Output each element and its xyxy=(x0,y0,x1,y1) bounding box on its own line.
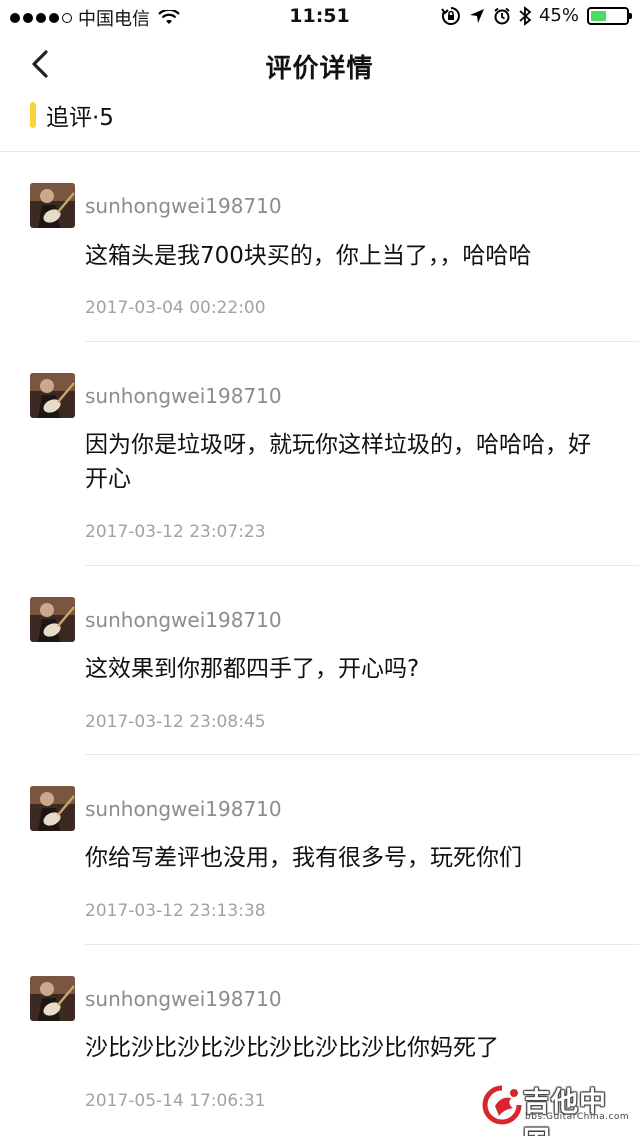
comment-time: 2017-03-12 23:08:45 xyxy=(85,712,266,732)
comment-content: 这箱头是我700块买的，你上当了，，哈哈哈 xyxy=(85,243,532,269)
comment-time: 2017-03-12 23:13:38 xyxy=(85,901,266,921)
page-title: 评价详情 xyxy=(265,54,374,84)
comment-content: 这效果到你那都四手了，开心吗? xyxy=(85,656,420,682)
username[interactable]: sunhongwei198710 xyxy=(85,608,282,632)
divider xyxy=(85,565,639,566)
battery-icon xyxy=(587,6,632,25)
divider xyxy=(85,341,639,342)
watermark-url: bbs.GuitarChina.com xyxy=(525,1112,630,1122)
avatar[interactable] xyxy=(30,597,75,642)
divider xyxy=(85,754,639,755)
bluetooth-icon xyxy=(519,5,531,26)
navigation-bar: 评价详情 xyxy=(0,32,639,96)
divider xyxy=(0,151,639,152)
comment-content: 因为你是垃圾呀，就玩你这样垃圾的，哈哈哈，好开心 xyxy=(85,432,591,492)
lock-rotation-icon xyxy=(441,6,460,25)
watermark-logo: 吉他中国 bbs.GuitarChina.com xyxy=(481,1080,631,1136)
username[interactable]: sunhongwei198710 xyxy=(85,987,282,1011)
username[interactable]: sunhongwei198710 xyxy=(85,797,282,821)
avatar[interactable] xyxy=(30,183,75,228)
location-icon xyxy=(469,8,484,23)
comment-content: 沙比沙比沙比沙比沙比沙比沙比你妈死了 xyxy=(85,1035,499,1061)
watermark-text: 吉他中国 xyxy=(523,1087,607,1136)
comment-time: 2017-03-04 00:22:00 xyxy=(85,298,266,318)
accent-bar xyxy=(30,102,36,128)
username[interactable]: sunhongwei198710 xyxy=(85,194,282,218)
avatar[interactable] xyxy=(30,976,75,1021)
divider xyxy=(85,944,639,945)
comment-content: 你给写差评也没用，我有很多号，玩死你们 xyxy=(85,845,522,871)
battery-level xyxy=(591,10,607,21)
avatar[interactable] xyxy=(30,786,75,831)
section-label: 追评·5 xyxy=(46,105,114,131)
comment-time: 2017-03-12 23:07:23 xyxy=(85,522,266,542)
username[interactable]: sunhongwei198710 xyxy=(85,384,282,408)
battery-percent: 45% xyxy=(538,5,579,26)
guitar-logo-icon xyxy=(482,1085,522,1125)
comment-time: 2017-05-14 17:06:31 xyxy=(85,1091,266,1111)
avatar[interactable] xyxy=(30,373,75,418)
alarm-icon xyxy=(494,7,510,24)
section-header: 追评·5 xyxy=(30,98,114,132)
status-bar: 中国电信 11:51 45% xyxy=(0,0,639,32)
status-right: 45% xyxy=(441,5,632,26)
